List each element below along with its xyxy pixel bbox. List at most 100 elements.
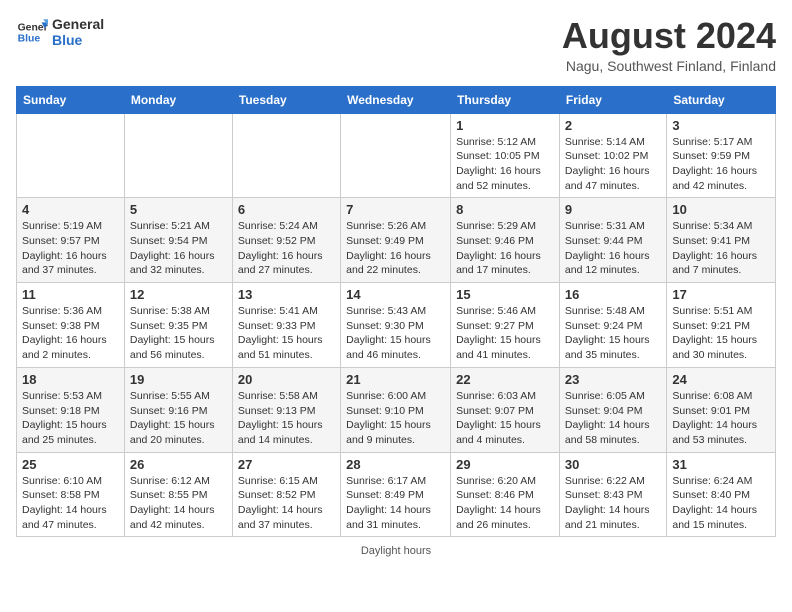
daylight-label: Daylight hours xyxy=(361,545,431,557)
day-number: 2 xyxy=(565,118,661,133)
day-info: Sunrise: 5:21 AM Sunset: 9:54 PM Dayligh… xyxy=(130,219,227,278)
day-number: 19 xyxy=(130,372,227,387)
day-info: Sunrise: 5:48 AM Sunset: 9:24 PM Dayligh… xyxy=(565,304,661,363)
table-row xyxy=(341,113,451,198)
day-info: Sunrise: 6:17 AM Sunset: 8:49 PM Dayligh… xyxy=(346,474,445,533)
table-row: 8 Sunrise: 5:29 AM Sunset: 9:46 PM Daylig… xyxy=(451,198,560,283)
table-row: 14 Sunrise: 5:43 AM Sunset: 9:30 PM Dayli… xyxy=(341,283,451,368)
table-row: 2 Sunrise: 5:14 AM Sunset: 10:02 PM Dayli… xyxy=(559,113,666,198)
table-row: 27 Sunrise: 6:15 AM Sunset: 8:52 PM Dayli… xyxy=(232,452,340,537)
col-header-friday: Friday xyxy=(559,86,666,113)
day-number: 1 xyxy=(456,118,554,133)
day-info: Sunrise: 5:43 AM Sunset: 9:30 PM Dayligh… xyxy=(346,304,445,363)
day-number: 21 xyxy=(346,372,445,387)
table-row: 24 Sunrise: 6:08 AM Sunset: 9:01 PM Dayli… xyxy=(667,367,776,452)
table-row: 6 Sunrise: 5:24 AM Sunset: 9:52 PM Daylig… xyxy=(232,198,340,283)
location: Nagu, Southwest Finland, Finland xyxy=(562,58,776,74)
day-info: Sunrise: 5:36 AM Sunset: 9:38 PM Dayligh… xyxy=(22,304,119,363)
day-number: 28 xyxy=(346,457,445,472)
day-info: Sunrise: 6:20 AM Sunset: 8:46 PM Dayligh… xyxy=(456,474,554,533)
day-info: Sunrise: 5:38 AM Sunset: 9:35 PM Dayligh… xyxy=(130,304,227,363)
table-row: 21 Sunrise: 6:00 AM Sunset: 9:10 PM Dayli… xyxy=(341,367,451,452)
day-info: Sunrise: 5:41 AM Sunset: 9:33 PM Dayligh… xyxy=(238,304,335,363)
col-header-saturday: Saturday xyxy=(667,86,776,113)
day-number: 13 xyxy=(238,287,335,302)
day-number: 18 xyxy=(22,372,119,387)
day-info: Sunrise: 5:14 AM Sunset: 10:02 PM Daylig… xyxy=(565,135,661,194)
table-row xyxy=(232,113,340,198)
logo-icon: General Blue xyxy=(16,16,48,48)
day-info: Sunrise: 5:58 AM Sunset: 9:13 PM Dayligh… xyxy=(238,389,335,448)
day-number: 20 xyxy=(238,372,335,387)
table-row: 22 Sunrise: 6:03 AM Sunset: 9:07 PM Dayli… xyxy=(451,367,560,452)
day-info: Sunrise: 5:34 AM Sunset: 9:41 PM Dayligh… xyxy=(672,219,770,278)
day-number: 16 xyxy=(565,287,661,302)
day-number: 23 xyxy=(565,372,661,387)
day-info: Sunrise: 6:15 AM Sunset: 8:52 PM Dayligh… xyxy=(238,474,335,533)
day-info: Sunrise: 5:46 AM Sunset: 9:27 PM Dayligh… xyxy=(456,304,554,363)
day-number: 30 xyxy=(565,457,661,472)
day-number: 15 xyxy=(456,287,554,302)
day-number: 12 xyxy=(130,287,227,302)
day-info: Sunrise: 6:22 AM Sunset: 8:43 PM Dayligh… xyxy=(565,474,661,533)
day-number: 22 xyxy=(456,372,554,387)
col-header-sunday: Sunday xyxy=(17,86,125,113)
day-number: 17 xyxy=(672,287,770,302)
table-row: 29Sunrise: 6:20 AM Sunset: 8:46 PM Dayli… xyxy=(451,452,560,537)
svg-text:Blue: Blue xyxy=(18,34,41,45)
day-number: 25 xyxy=(22,457,119,472)
table-row: 7 Sunrise: 5:26 AM Sunset: 9:49 PM Daylig… xyxy=(341,198,451,283)
table-row: 23 Sunrise: 6:05 AM Sunset: 9:04 PM Dayli… xyxy=(559,367,666,452)
table-row: 13 Sunrise: 5:41 AM Sunset: 9:33 PM Dayli… xyxy=(232,283,340,368)
header: General Blue General Blue August 2024 Na… xyxy=(16,16,776,74)
day-number: 6 xyxy=(238,202,335,217)
day-number: 8 xyxy=(456,202,554,217)
table-row xyxy=(17,113,125,198)
day-number: 3 xyxy=(672,118,770,133)
day-info: Sunrise: 5:29 AM Sunset: 9:46 PM Dayligh… xyxy=(456,219,554,278)
day-info: Sunrise: 5:53 AM Sunset: 9:18 PM Dayligh… xyxy=(22,389,119,448)
logo-general-text: General xyxy=(52,16,104,32)
day-info: Sunrise: 5:24 AM Sunset: 9:52 PM Dayligh… xyxy=(238,219,335,278)
logo: General Blue General Blue xyxy=(16,16,104,48)
table-row: 15 Sunrise: 5:46 AM Sunset: 9:27 PM Dayli… xyxy=(451,283,560,368)
day-info: Sunrise: 6:00 AM Sunset: 9:10 PM Dayligh… xyxy=(346,389,445,448)
table-row: 25 Sunrise: 6:10 AM Sunset: 8:58 PM Dayli… xyxy=(17,452,125,537)
table-row: 9 Sunrise: 5:31 AM Sunset: 9:44 PM Daylig… xyxy=(559,198,666,283)
col-header-thursday: Thursday xyxy=(451,86,560,113)
day-number: 27 xyxy=(238,457,335,472)
day-number: 4 xyxy=(22,202,119,217)
month-year: August 2024 xyxy=(562,16,776,56)
day-number: 9 xyxy=(565,202,661,217)
day-number: 24 xyxy=(672,372,770,387)
day-info: Sunrise: 6:08 AM Sunset: 9:01 PM Dayligh… xyxy=(672,389,770,448)
day-info: Sunrise: 6:10 AM Sunset: 8:58 PM Dayligh… xyxy=(22,474,119,533)
day-info: Sunrise: 6:05 AM Sunset: 9:04 PM Dayligh… xyxy=(565,389,661,448)
logo-blue-text: Blue xyxy=(52,32,104,48)
day-number: 11 xyxy=(22,287,119,302)
table-row: 31 Sunrise: 6:24 AM Sunset: 8:40 PM Dayli… xyxy=(667,452,776,537)
col-header-monday: Monday xyxy=(124,86,232,113)
day-info: Sunrise: 5:26 AM Sunset: 9:49 PM Dayligh… xyxy=(346,219,445,278)
day-number: 26 xyxy=(130,457,227,472)
day-number: 7 xyxy=(346,202,445,217)
day-info: Sunrise: 5:12 AM Sunset: 10:05 PM Daylig… xyxy=(456,135,554,194)
day-number: 14 xyxy=(346,287,445,302)
table-row: 26 Sunrise: 6:12 AM Sunset: 8:55 PM Dayli… xyxy=(124,452,232,537)
table-row: 17Sunrise: 5:51 AM Sunset: 9:21 PM Dayli… xyxy=(667,283,776,368)
footer-note: Daylight hours xyxy=(16,545,776,557)
day-info: Sunrise: 6:24 AM Sunset: 8:40 PM Dayligh… xyxy=(672,474,770,533)
table-row: 10Sunrise: 5:34 AM Sunset: 9:41 PM Dayli… xyxy=(667,198,776,283)
day-number: 5 xyxy=(130,202,227,217)
table-row: 3Sunrise: 5:17 AM Sunset: 9:59 PM Daylig… xyxy=(667,113,776,198)
day-number: 31 xyxy=(672,457,770,472)
col-header-wednesday: Wednesday xyxy=(341,86,451,113)
table-row: 28 Sunrise: 6:17 AM Sunset: 8:49 PM Dayli… xyxy=(341,452,451,537)
day-info: Sunrise: 6:12 AM Sunset: 8:55 PM Dayligh… xyxy=(130,474,227,533)
table-row: 5 Sunrise: 5:21 AM Sunset: 9:54 PM Daylig… xyxy=(124,198,232,283)
table-row: 18 Sunrise: 5:53 AM Sunset: 9:18 PM Dayli… xyxy=(17,367,125,452)
day-info: Sunrise: 6:03 AM Sunset: 9:07 PM Dayligh… xyxy=(456,389,554,448)
day-info: Sunrise: 5:31 AM Sunset: 9:44 PM Dayligh… xyxy=(565,219,661,278)
table-row: 4Sunrise: 5:19 AM Sunset: 9:57 PM Daylig… xyxy=(17,198,125,283)
day-info: Sunrise: 5:55 AM Sunset: 9:16 PM Dayligh… xyxy=(130,389,227,448)
